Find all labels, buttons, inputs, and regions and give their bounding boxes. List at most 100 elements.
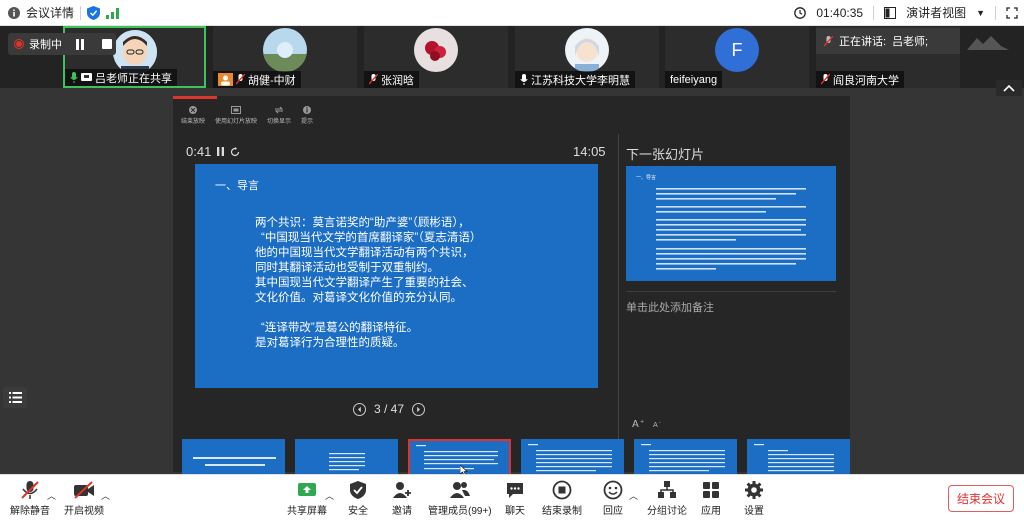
control-label: 安全 (348, 506, 368, 517)
next-slide-preview[interactable]: 一、导言 (626, 166, 836, 281)
next-slide-text-lines (656, 188, 806, 270)
next-slide-icon[interactable] (412, 402, 426, 416)
slide-pager: 3 / 47 (353, 402, 426, 416)
slide-line: “中国现当代文学的首席翻译家”（夏志清语） (261, 232, 482, 244)
control-label: 邀请 (392, 506, 412, 517)
svg-text:+: + (640, 419, 644, 425)
chevron-up-icon[interactable] (996, 80, 1022, 96)
avatar (263, 28, 307, 72)
font-size-controls: A + A- (632, 418, 664, 428)
chevron-up-icon[interactable]: ︿ (101, 489, 110, 502)
thumbnail-content (329, 453, 365, 471)
slide-thumbnail[interactable] (182, 439, 285, 476)
manage-participants-button[interactable]: 管理成员(99+) (428, 480, 492, 517)
participant-name-bar: 吕老师正在共享 (65, 69, 177, 86)
participant-tile[interactable]: 胡健-中财 (213, 26, 357, 88)
chevron-up-icon[interactable]: ︿ (629, 489, 638, 502)
divider (80, 5, 82, 20)
slide-title: 一、导言 (215, 180, 259, 192)
svg-text:A: A (632, 419, 639, 428)
current-slide[interactable]: 一、导言 两个共识：莫言诺奖的“助产婆”（顾彬语）， “中国现当代文学的首席翻译… (195, 164, 598, 388)
apps-button[interactable]: 应用 (701, 480, 721, 517)
meeting-details-label[interactable]: 会议详情 (26, 4, 74, 21)
mic-muted-icon (21, 480, 39, 500)
avatar (565, 28, 609, 72)
slide-thumbnail[interactable] (747, 439, 850, 476)
start-video-button[interactable]: 开启视频 (64, 480, 104, 517)
meeting-controls: 解除静音 ︿ 开启视频 ︿ 共享屏幕 ︿ 安全 邀请 管理成员(99+) 聊天 … (0, 474, 1024, 524)
progress-bar (173, 96, 217, 99)
control-label: 开启视频 (64, 506, 104, 517)
slide-spacer (255, 306, 575, 321)
slideshow-button[interactable]: 使用幻灯片放映 (215, 106, 257, 125)
page-indicator: 3 / 47 (374, 402, 405, 416)
chevron-up-icon[interactable]: ︿ (47, 489, 56, 502)
pause-icon[interactable] (217, 147, 225, 156)
shared-screen-area: 结束放映 使用幻灯片放映 切换显示 提示 0:41 14:05 一、导言 两个共… (0, 80, 1024, 476)
font-increase-icon[interactable]: A + (632, 418, 644, 428)
mic-muted-icon (821, 74, 830, 85)
fullscreen-icon[interactable] (1006, 6, 1018, 19)
view-layout-icon[interactable] (884, 6, 897, 19)
video-strip: 吕老师正在共享 胡健-中财 张润晗 江苏科技大学李明慧 F feifeiyang… (0, 26, 1024, 88)
notes-area[interactable]: 单击此处添加备注 (626, 299, 714, 315)
reactions-button[interactable]: 回应 (603, 480, 623, 517)
shield-check-icon[interactable] (87, 5, 101, 20)
participant-tile[interactable]: 江苏科技大学李明慧 (515, 26, 659, 88)
toolbar-label: 使用幻灯片放映 (215, 119, 258, 125)
participant-name: feifeiyang (670, 73, 718, 86)
clock-icon (794, 6, 807, 19)
clock: 14:05 (573, 144, 606, 159)
chevron-down-icon[interactable]: ▼ (976, 8, 985, 18)
slide-body: 两个共识：莫言诺奖的“助产婆”（顾彬语）， “中国现当代文学的首席翻译家”（夏志… (255, 216, 575, 351)
participant-tile[interactable]: 张润晗 (364, 26, 508, 88)
chat-icon (505, 480, 525, 500)
slide-line: 是对葛译行为合理性的质疑。 (255, 337, 405, 349)
share-screen-icon (297, 480, 317, 500)
share-screen-button[interactable]: 共享屏幕 (287, 480, 327, 517)
shield-icon (349, 480, 367, 500)
slide-thumbnail[interactable] (295, 439, 398, 476)
control-label: 管理成员(99+) (428, 506, 492, 517)
slide-line: “连译带改”是葛公的翻译特征。 (261, 322, 419, 334)
avatar: F (715, 28, 759, 72)
control-label: 结束录制 (542, 506, 582, 517)
breakout-rooms-button[interactable]: 分组讨论 (647, 480, 687, 517)
settings-button[interactable]: 设置 (744, 480, 764, 517)
breakout-rooms-icon (657, 480, 677, 500)
hint-button[interactable]: 提示 (301, 106, 313, 125)
slide-thumbnail[interactable] (634, 439, 737, 476)
zoom-logo-icon (965, 32, 1011, 54)
info-icon[interactable] (8, 6, 20, 19)
slide-thumbnail[interactable] (521, 439, 624, 476)
thumbnail-content (528, 444, 612, 472)
stop-icon[interactable] (102, 39, 112, 49)
slide-line: 文化价值。对葛译文化价值的充分认同。 (255, 292, 462, 304)
mic-muted-icon (824, 35, 833, 47)
divider (626, 291, 836, 292)
mic-muted-icon (369, 74, 378, 85)
view-mode-button[interactable]: 演讲者视图 (906, 4, 966, 21)
chevron-up-icon[interactable]: ︿ (325, 489, 334, 502)
add-user-icon (392, 480, 412, 500)
elapsed-timer: 0:41 (186, 144, 240, 159)
pause-icon[interactable] (75, 38, 85, 50)
avatar (113, 30, 157, 74)
security-button[interactable]: 安全 (348, 480, 368, 517)
end-recording-button[interactable]: 结束录制 (542, 480, 582, 517)
participant-name: 吕老师正在共享 (95, 72, 172, 85)
end-show-button[interactable]: 结束放映 (181, 106, 205, 125)
invite-button[interactable]: 邀请 (392, 480, 412, 517)
divider (995, 5, 996, 20)
signal-strength-icon (106, 7, 120, 19)
previous-slide-icon[interactable] (353, 402, 366, 416)
unmute-button[interactable]: 解除静音 (10, 480, 50, 517)
refresh-icon[interactable] (230, 146, 240, 157)
participant-tile[interactable]: F feifeiyang (665, 26, 809, 88)
switch-display-button[interactable]: 切换显示 (267, 106, 291, 125)
chat-button[interactable]: 聊天 (505, 480, 525, 517)
end-meeting-button[interactable]: 结束会议 (948, 485, 1014, 512)
font-decrease-icon[interactable]: A- (652, 418, 664, 428)
list-icon[interactable] (3, 387, 27, 408)
participant-name-bar: 张润晗 (364, 71, 419, 88)
